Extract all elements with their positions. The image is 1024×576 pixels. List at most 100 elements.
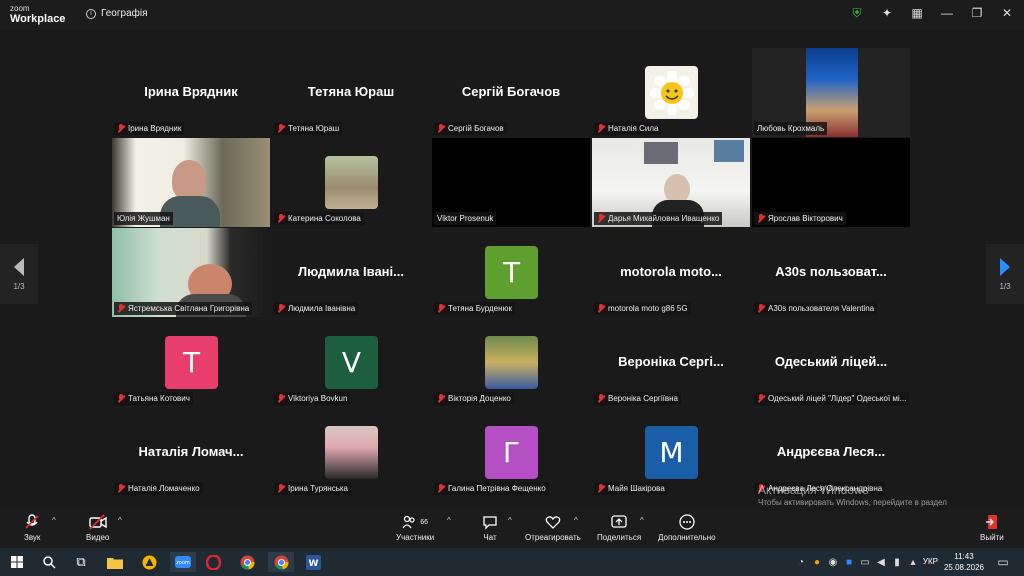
participant-tile[interactable]: Катерина Соколова (272, 138, 430, 227)
opera-icon[interactable] (202, 552, 224, 572)
restore-icon[interactable]: ❐ (970, 6, 984, 20)
react-options-chevron-icon[interactable]: ^ (574, 516, 578, 525)
participant-tile[interactable]: Людмила Івані... Людмила Іванівна (272, 228, 430, 317)
initial-avatar: V (325, 336, 378, 389)
video-button[interactable]: Видео (86, 514, 109, 542)
participant-tile[interactable]: Ірина Врядник Ірина Врядник (112, 48, 270, 137)
magic-wand-icon[interactable]: ✦ (880, 6, 894, 20)
file-explorer-icon[interactable] (104, 552, 126, 572)
close-icon[interactable]: ✕ (1000, 6, 1014, 20)
video-options-chevron-icon[interactable]: ^ (118, 516, 122, 525)
chrome-active-icon[interactable] (268, 552, 294, 572)
mic-muted-icon (757, 214, 765, 223)
participant-tile[interactable]: Viktor Prosenuk (432, 138, 590, 227)
participant-label: Наталія Ломаченко (114, 482, 203, 495)
next-page-button[interactable]: 1/3 (986, 244, 1024, 304)
participant-display-name: A30s пользоват... (775, 264, 887, 279)
prev-page-button[interactable]: 1/3 (0, 244, 38, 304)
zoom-app-icon[interactable]: zoom (170, 552, 196, 572)
share-label: Поделиться (597, 533, 642, 542)
participant-tile[interactable]: Вероніка Сергі... Вероніка Сергіївна (592, 318, 750, 407)
chat-button[interactable]: Чат (482, 514, 498, 542)
chat-options-chevron-icon[interactable]: ^ (508, 516, 512, 525)
participant-tile[interactable]: T Татьяна Котович (112, 318, 270, 407)
participant-display-name: Тетяна Юраш (307, 84, 395, 99)
participant-tile[interactable]: Тетяна Юраш Тетяна Юраш (272, 48, 430, 137)
participant-tile[interactable]: Наталія Сила (592, 48, 750, 137)
participant-tile[interactable]: Г Галина Петрівна Фещенко (432, 408, 590, 497)
participant-label: Майя Шакірова (594, 482, 668, 495)
participant-label: Viktoriya Bovkun (274, 392, 351, 405)
profile-photo (645, 66, 698, 119)
mic-muted-icon (757, 304, 765, 313)
participant-tile[interactable]: motorola moto... motorola moto g86 5G (592, 228, 750, 317)
participant-tile[interactable]: Юлія Жушман (112, 138, 270, 227)
more-button[interactable]: Дополнительно (658, 514, 716, 542)
participant-tile[interactable]: V Viktoriya Bovkun (272, 318, 430, 407)
participant-label: motorola moto g86 5G (594, 302, 691, 315)
mic-off-icon (24, 514, 40, 530)
participant-tile[interactable]: Ірина Турянська (272, 408, 430, 497)
language-indicator[interactable]: УКР (923, 557, 938, 566)
windows-start-icon[interactable] (6, 552, 28, 572)
mic-muted-icon (117, 484, 125, 493)
participant-tile[interactable]: Наталія Ломач... Наталія Ломаченко (112, 408, 270, 497)
participant-label: Любовь Крохмаль (754, 122, 828, 135)
shield-icon[interactable]: ⛨ (850, 6, 864, 20)
participant-tile[interactable]: Дарья Михайловна Иващенко (592, 138, 750, 227)
participant-display-name: Людмила Івані... (298, 264, 404, 279)
task-view-icon[interactable]: ⧉ (70, 552, 92, 572)
participant-tile[interactable]: Любовь Крохмаль (752, 48, 910, 137)
search-icon[interactable] (38, 552, 60, 572)
title-bar: zoom Workplace i Географія ⛨ ✦ ▦ — ❐ ✕ (0, 0, 1024, 30)
participant-label: Ірина Врядник (114, 122, 185, 135)
minimize-icon[interactable]: — (940, 6, 954, 20)
participant-label: Вероніка Сергіївна (594, 392, 681, 405)
participants-button[interactable]: 66 Участники (396, 514, 434, 542)
system-clock[interactable]: 11:43 25.08.2026 (944, 551, 984, 573)
participant-tile[interactable]: Сергій Богачов Сергій Богачов (432, 48, 590, 137)
meeting-info[interactable]: i Географія (86, 8, 148, 19)
mic-muted-icon (597, 124, 605, 133)
participant-tile[interactable]: A30s пользоват... A30s пользователя Vale… (752, 228, 910, 317)
participant-tile[interactable]: T Тетяна Бурденюк (432, 228, 590, 317)
participant-tile[interactable]: M Майя Шакірова (592, 408, 750, 497)
audio-options-chevron-icon[interactable]: ^ (52, 516, 56, 525)
grid-view-icon[interactable]: ▦ (910, 6, 924, 20)
leave-button[interactable]: Выйти (980, 514, 1004, 542)
page-indicator: 1/3 (999, 281, 1011, 291)
meeting-toolbar: Звук ^ Видео ^ 66 Участники ^ Чат ^ Отре… (0, 510, 1024, 548)
participant-tile[interactable]: Ярослав Вікторович (752, 138, 910, 227)
participant-label: Юлія Жушман (114, 212, 173, 225)
participant-tile[interactable]: Вікторія Доценко (432, 318, 590, 407)
participant-label: Дарья Михайловна Иващенко (594, 212, 723, 225)
participants-count: 66 (420, 518, 428, 526)
info-icon[interactable]: i (86, 8, 96, 19)
participants-options-chevron-icon[interactable]: ^ (447, 516, 451, 525)
word-icon[interactable]: W (302, 552, 324, 572)
share-button[interactable]: Поделиться (597, 514, 641, 542)
windows-taskbar: ⧉ zoom W ◔ ● ◉ ■ ▭ ◀ ▮ ▴ УКР 11:43 25.08… (0, 548, 1024, 576)
participant-tile[interactable]: Ястремська Світлана Григорівна (112, 228, 270, 317)
more-label: Дополнительно (658, 533, 716, 542)
notification-icon[interactable]: ▭ (992, 552, 1014, 572)
gallery-view: 1/3 1/3 Ірина Врядник Ірина Врядник Тетя… (0, 30, 1024, 510)
tray-icon[interactable]: ▴ (902, 552, 924, 572)
mic-muted-icon (117, 394, 125, 403)
mic-muted-icon (277, 304, 285, 313)
initial-avatar: T (485, 246, 538, 299)
mic-muted-icon (277, 214, 285, 223)
participant-label: Вікторія Доценко (434, 392, 514, 405)
svg-text:W: W (308, 559, 318, 569)
watermark-title: Активация Windows (758, 483, 869, 497)
react-button[interactable]: Отреагировать (525, 514, 581, 542)
audio-button[interactable]: Звук (24, 514, 40, 542)
app-icon-triangle[interactable] (138, 552, 160, 572)
mic-muted-icon (117, 124, 125, 133)
participants-icon: 66 (402, 514, 428, 530)
chrome-icon[interactable] (236, 552, 258, 572)
participant-label: Людмила Іванівна (274, 302, 359, 315)
share-options-chevron-icon[interactable]: ^ (640, 516, 644, 525)
participant-tile[interactable]: Одеський ліцей... Одеський ліцей "Лідер"… (752, 318, 910, 407)
participant-label: Галина Петрівна Фещенко (434, 482, 549, 495)
